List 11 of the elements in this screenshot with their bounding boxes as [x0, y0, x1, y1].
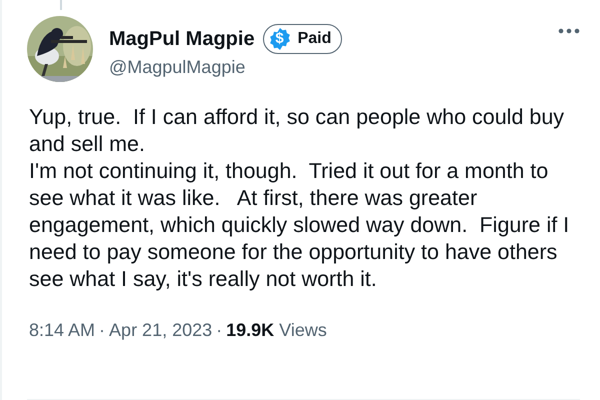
- view-count: 19.9K Views: [226, 319, 327, 342]
- user-handle[interactable]: @MagpulMagpie: [109, 54, 542, 81]
- separator: ·: [216, 319, 222, 342]
- post-date[interactable]: Apr 21, 2023: [109, 317, 212, 344]
- separator: ·: [99, 319, 106, 342]
- more-icon[interactable]: [558, 28, 580, 34]
- dollar-seal-icon: $: [268, 27, 292, 51]
- post-time[interactable]: 8:14 AM: [29, 317, 96, 344]
- tweet-text: Yup, true. If I can afford it, so can people who could buy and sell me. I'm not continuing it, though. Tried it out for a month to see what it was like. At first, there was greater engagement, which quickly slowed way down. Figure if I need to pay someone for the opportunity to have others see what I say, it's really not worth it.: [29, 104, 570, 293]
- paid-badge[interactable]: $ Paid: [262, 24, 342, 54]
- author-name[interactable]: MagPul Magpie: [109, 24, 255, 54]
